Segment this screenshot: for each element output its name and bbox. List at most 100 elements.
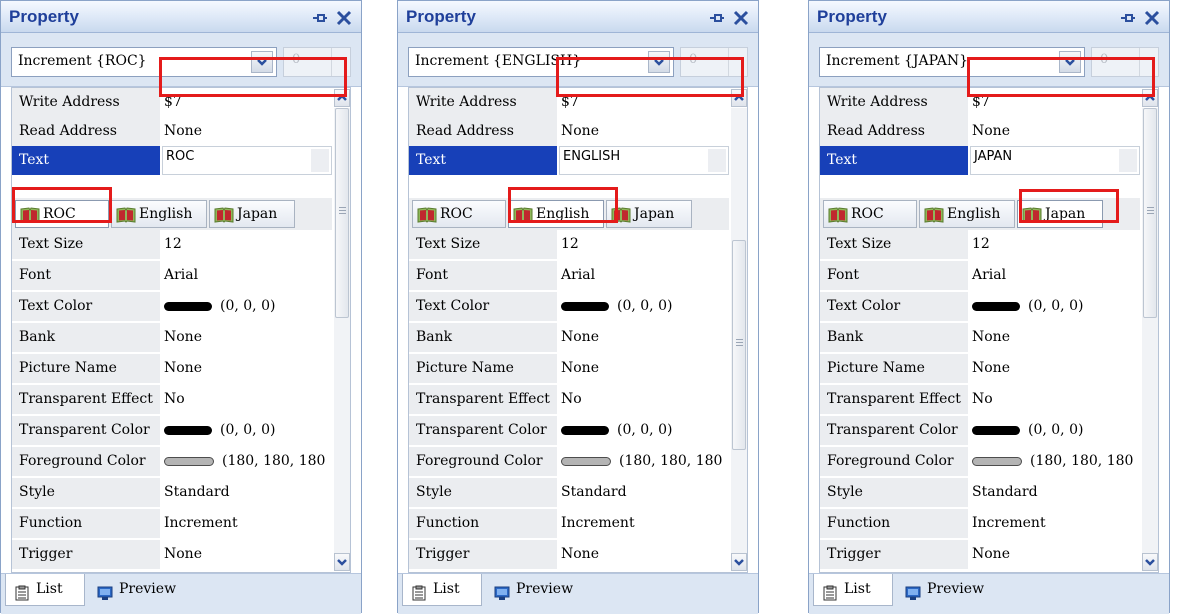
spinner-arrows[interactable] xyxy=(728,48,747,76)
close-icon[interactable] xyxy=(1143,9,1161,27)
property-row[interactable]: Read Address None xyxy=(820,117,1140,146)
tab-preview[interactable]: Preview xyxy=(486,574,578,606)
property-row[interactable]: Font Arial xyxy=(820,261,1140,290)
index-spinner[interactable]: 0 xyxy=(1091,47,1159,77)
property-row[interactable]: Style Standard xyxy=(820,478,1140,507)
row-value: 12 xyxy=(164,230,182,259)
chevron-down-icon[interactable] xyxy=(648,51,670,73)
language-tab-roc[interactable]: ROC xyxy=(412,200,506,228)
index-spinner[interactable]: 0 xyxy=(283,47,351,77)
language-tab-japan[interactable]: Japan xyxy=(1017,200,1103,228)
object-combo-box[interactable]: Increment {ENGLISH} xyxy=(408,47,674,77)
property-row[interactable]: Transparent Effect No xyxy=(12,385,332,414)
property-row[interactable]: Transparent Color (0, 0, 0) xyxy=(409,416,729,445)
property-grid: Write Address $7 Read Address None Text … xyxy=(819,87,1159,573)
index-spinner[interactable]: 0 xyxy=(680,47,748,77)
property-row[interactable]: Write Address $7 xyxy=(409,88,729,117)
scrollbar-thumb[interactable] xyxy=(1143,108,1157,318)
property-row[interactable]: Picture Name None xyxy=(820,354,1140,383)
property-row[interactable]: Read Address None xyxy=(409,117,729,146)
chevron-down-icon[interactable] xyxy=(1059,51,1081,73)
pin-icon[interactable] xyxy=(311,9,329,27)
language-tab-japan[interactable]: Japan xyxy=(209,200,295,228)
property-row[interactable]: Write Address $7 xyxy=(820,88,1140,117)
language-tab-roc[interactable]: ROC xyxy=(823,200,917,228)
text-value-field[interactable]: JAPAN xyxy=(970,146,1140,175)
property-row[interactable]: Function Increment xyxy=(409,509,729,538)
tab-list[interactable]: List xyxy=(5,574,85,606)
property-row[interactable]: Read Address None xyxy=(12,117,332,146)
property-row[interactable]: Picture Name None xyxy=(409,354,729,383)
tab-list[interactable]: List xyxy=(402,574,482,606)
language-tab-japan[interactable]: Japan xyxy=(606,200,692,228)
row-value: Standard xyxy=(972,478,1038,507)
property-row[interactable]: Foreground Color (180, 180, 180 xyxy=(820,447,1140,476)
property-row[interactable]: Transparent Effect No xyxy=(820,385,1140,414)
ellipsis-button[interactable] xyxy=(1119,149,1137,172)
spinner-arrows[interactable] xyxy=(1139,48,1158,76)
row-value-text: None xyxy=(164,546,202,562)
language-tab-english[interactable]: English xyxy=(919,200,1015,228)
property-row[interactable]: Text Size 12 xyxy=(820,230,1140,259)
property-row[interactable]: Trigger None xyxy=(820,540,1140,569)
pin-icon[interactable] xyxy=(708,9,726,27)
property-row[interactable]: Transparent Color (0, 0, 0) xyxy=(12,416,332,445)
scroll-down-icon[interactable] xyxy=(731,553,747,571)
property-row[interactable]: Transparent Color (0, 0, 0) xyxy=(820,416,1140,445)
scroll-up-icon[interactable] xyxy=(1142,89,1158,107)
row-text[interactable]: Text ENGLISH xyxy=(409,146,729,175)
scroll-down-icon[interactable] xyxy=(334,553,350,571)
property-row[interactable]: Font Arial xyxy=(12,261,332,290)
property-row[interactable]: Font Arial xyxy=(409,261,729,290)
property-row[interactable]: Transparent Effect No xyxy=(409,385,729,414)
scrollbar-thumb[interactable] xyxy=(732,240,746,450)
object-combo-box[interactable]: Increment {ROC} xyxy=(11,47,277,77)
property-row[interactable]: Function Increment xyxy=(820,509,1140,538)
property-row[interactable]: Text Color (0, 0, 0) xyxy=(820,292,1140,321)
object-combo-box[interactable]: Increment {JAPAN} xyxy=(819,47,1085,77)
property-row[interactable]: Style Standard xyxy=(409,478,729,507)
bottom-tab-bar: List Preview xyxy=(809,573,1169,614)
language-tab-english[interactable]: English xyxy=(111,200,207,228)
property-row[interactable]: Trigger None xyxy=(409,540,729,569)
spinner-arrows[interactable] xyxy=(331,48,350,76)
ellipsis-button[interactable] xyxy=(311,149,329,172)
ellipsis-button[interactable] xyxy=(708,149,726,172)
property-row[interactable]: Text Size 12 xyxy=(12,230,332,259)
row-text[interactable]: Text JAPAN xyxy=(820,146,1140,175)
property-row[interactable]: Foreground Color (180, 180, 180 xyxy=(409,447,729,476)
language-tab-roc[interactable]: ROC xyxy=(15,200,109,228)
object-select-bar: Increment {ROC} 0 xyxy=(1,33,361,87)
row-text[interactable]: Text ROC xyxy=(12,146,332,175)
scroll-up-icon[interactable] xyxy=(334,89,350,107)
row-value-text: Arial xyxy=(972,267,1007,283)
property-row[interactable]: Bank None xyxy=(12,323,332,352)
text-value-field[interactable]: ENGLISH xyxy=(559,146,729,175)
property-row[interactable]: Text Color (0, 0, 0) xyxy=(409,292,729,321)
row-value: 12 xyxy=(561,230,579,259)
row-value-text: None xyxy=(164,360,202,376)
scroll-down-icon[interactable] xyxy=(1142,553,1158,571)
pin-icon[interactable] xyxy=(1119,9,1137,27)
tab-list[interactable]: List xyxy=(813,574,893,606)
property-row[interactable]: Foreground Color (180, 180, 180 xyxy=(12,447,332,476)
text-value-field[interactable]: ROC xyxy=(162,146,332,175)
property-row[interactable]: Bank None xyxy=(820,323,1140,352)
property-row[interactable]: Picture Name None xyxy=(12,354,332,383)
property-row[interactable]: Trigger None xyxy=(12,540,332,569)
property-row[interactable]: Bank None xyxy=(409,323,729,352)
property-row[interactable]: Text Size 12 xyxy=(409,230,729,259)
close-icon[interactable] xyxy=(335,9,353,27)
property-row[interactable]: Style Standard xyxy=(12,478,332,507)
close-icon[interactable] xyxy=(732,9,750,27)
language-tab-english[interactable]: English xyxy=(508,200,604,228)
scrollbar-thumb[interactable] xyxy=(335,108,349,318)
tab-preview[interactable]: Preview xyxy=(89,574,181,606)
property-row[interactable]: Function Increment xyxy=(12,509,332,538)
property-row[interactable]: Write Address $7 xyxy=(12,88,332,117)
property-row[interactable]: Text Color (0, 0, 0) xyxy=(12,292,332,321)
chevron-down-icon[interactable] xyxy=(251,51,273,73)
tab-preview[interactable]: Preview xyxy=(897,574,989,606)
scroll-up-icon[interactable] xyxy=(731,89,747,107)
preview-icon xyxy=(494,582,510,600)
